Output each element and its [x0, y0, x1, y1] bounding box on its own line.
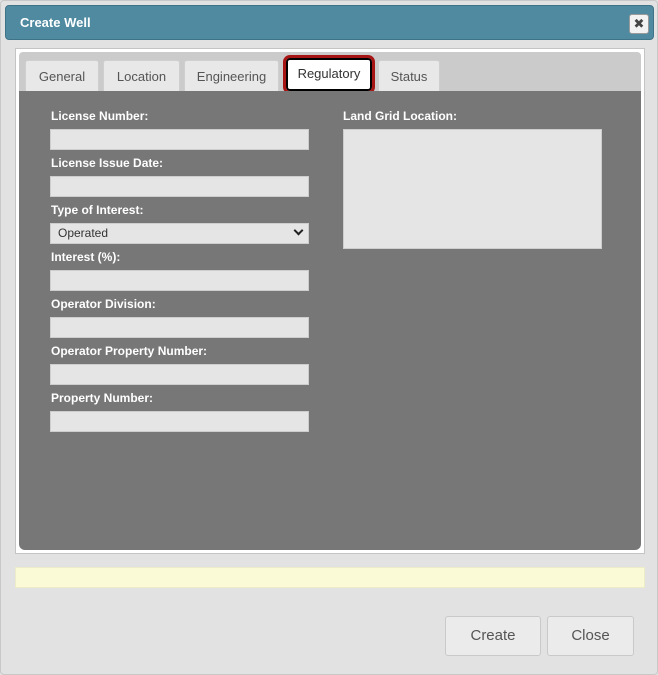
- interest-pct-input[interactable]: [50, 270, 309, 291]
- property-number-input[interactable]: [50, 411, 309, 432]
- tab-status[interactable]: Status: [378, 60, 440, 94]
- tab-general[interactable]: General: [25, 60, 99, 94]
- license-number-label: License Number:: [51, 109, 149, 123]
- tab-panel-frame: General Location Engineering Regulatory …: [15, 48, 645, 554]
- land-grid-location-textarea[interactable]: [343, 129, 602, 249]
- operator-division-label: Operator Division:: [51, 297, 156, 311]
- regulatory-tab-content: License Number: License Issue Date: Type…: [19, 91, 641, 550]
- type-of-interest-value: Operated: [58, 226, 109, 240]
- tab-regulatory[interactable]: Regulatory: [283, 55, 375, 94]
- license-number-input[interactable]: [50, 129, 309, 150]
- type-of-interest-label: Type of Interest:: [51, 203, 144, 217]
- chevron-down-icon: [293, 225, 304, 236]
- close-icon[interactable]: ✖: [629, 14, 649, 34]
- tab-location[interactable]: Location: [103, 60, 180, 94]
- operator-division-input[interactable]: [50, 317, 309, 338]
- tab-strip: General Location Engineering Regulatory …: [19, 52, 641, 94]
- tab-engineering[interactable]: Engineering: [184, 60, 279, 94]
- close-button[interactable]: Close: [547, 616, 634, 656]
- dialog-titlebar[interactable]: Create Well ✖: [5, 5, 654, 40]
- type-of-interest-select[interactable]: Operated: [50, 223, 309, 244]
- status-message-bar: [15, 567, 645, 588]
- land-grid-location-label: Land Grid Location:: [343, 109, 457, 123]
- create-well-dialog: Create Well ✖ General Location Engineeri…: [0, 0, 658, 675]
- property-number-label: Property Number:: [51, 391, 154, 405]
- license-issue-date-label: License Issue Date:: [51, 156, 164, 170]
- interest-pct-label: Interest (%):: [51, 250, 121, 264]
- operator-property-number-input[interactable]: [50, 364, 309, 385]
- create-button[interactable]: Create: [445, 616, 541, 656]
- operator-property-number-label: Operator Property Number:: [51, 344, 208, 358]
- license-issue-date-input[interactable]: [50, 176, 309, 197]
- dialog-title: Create Well: [20, 15, 91, 30]
